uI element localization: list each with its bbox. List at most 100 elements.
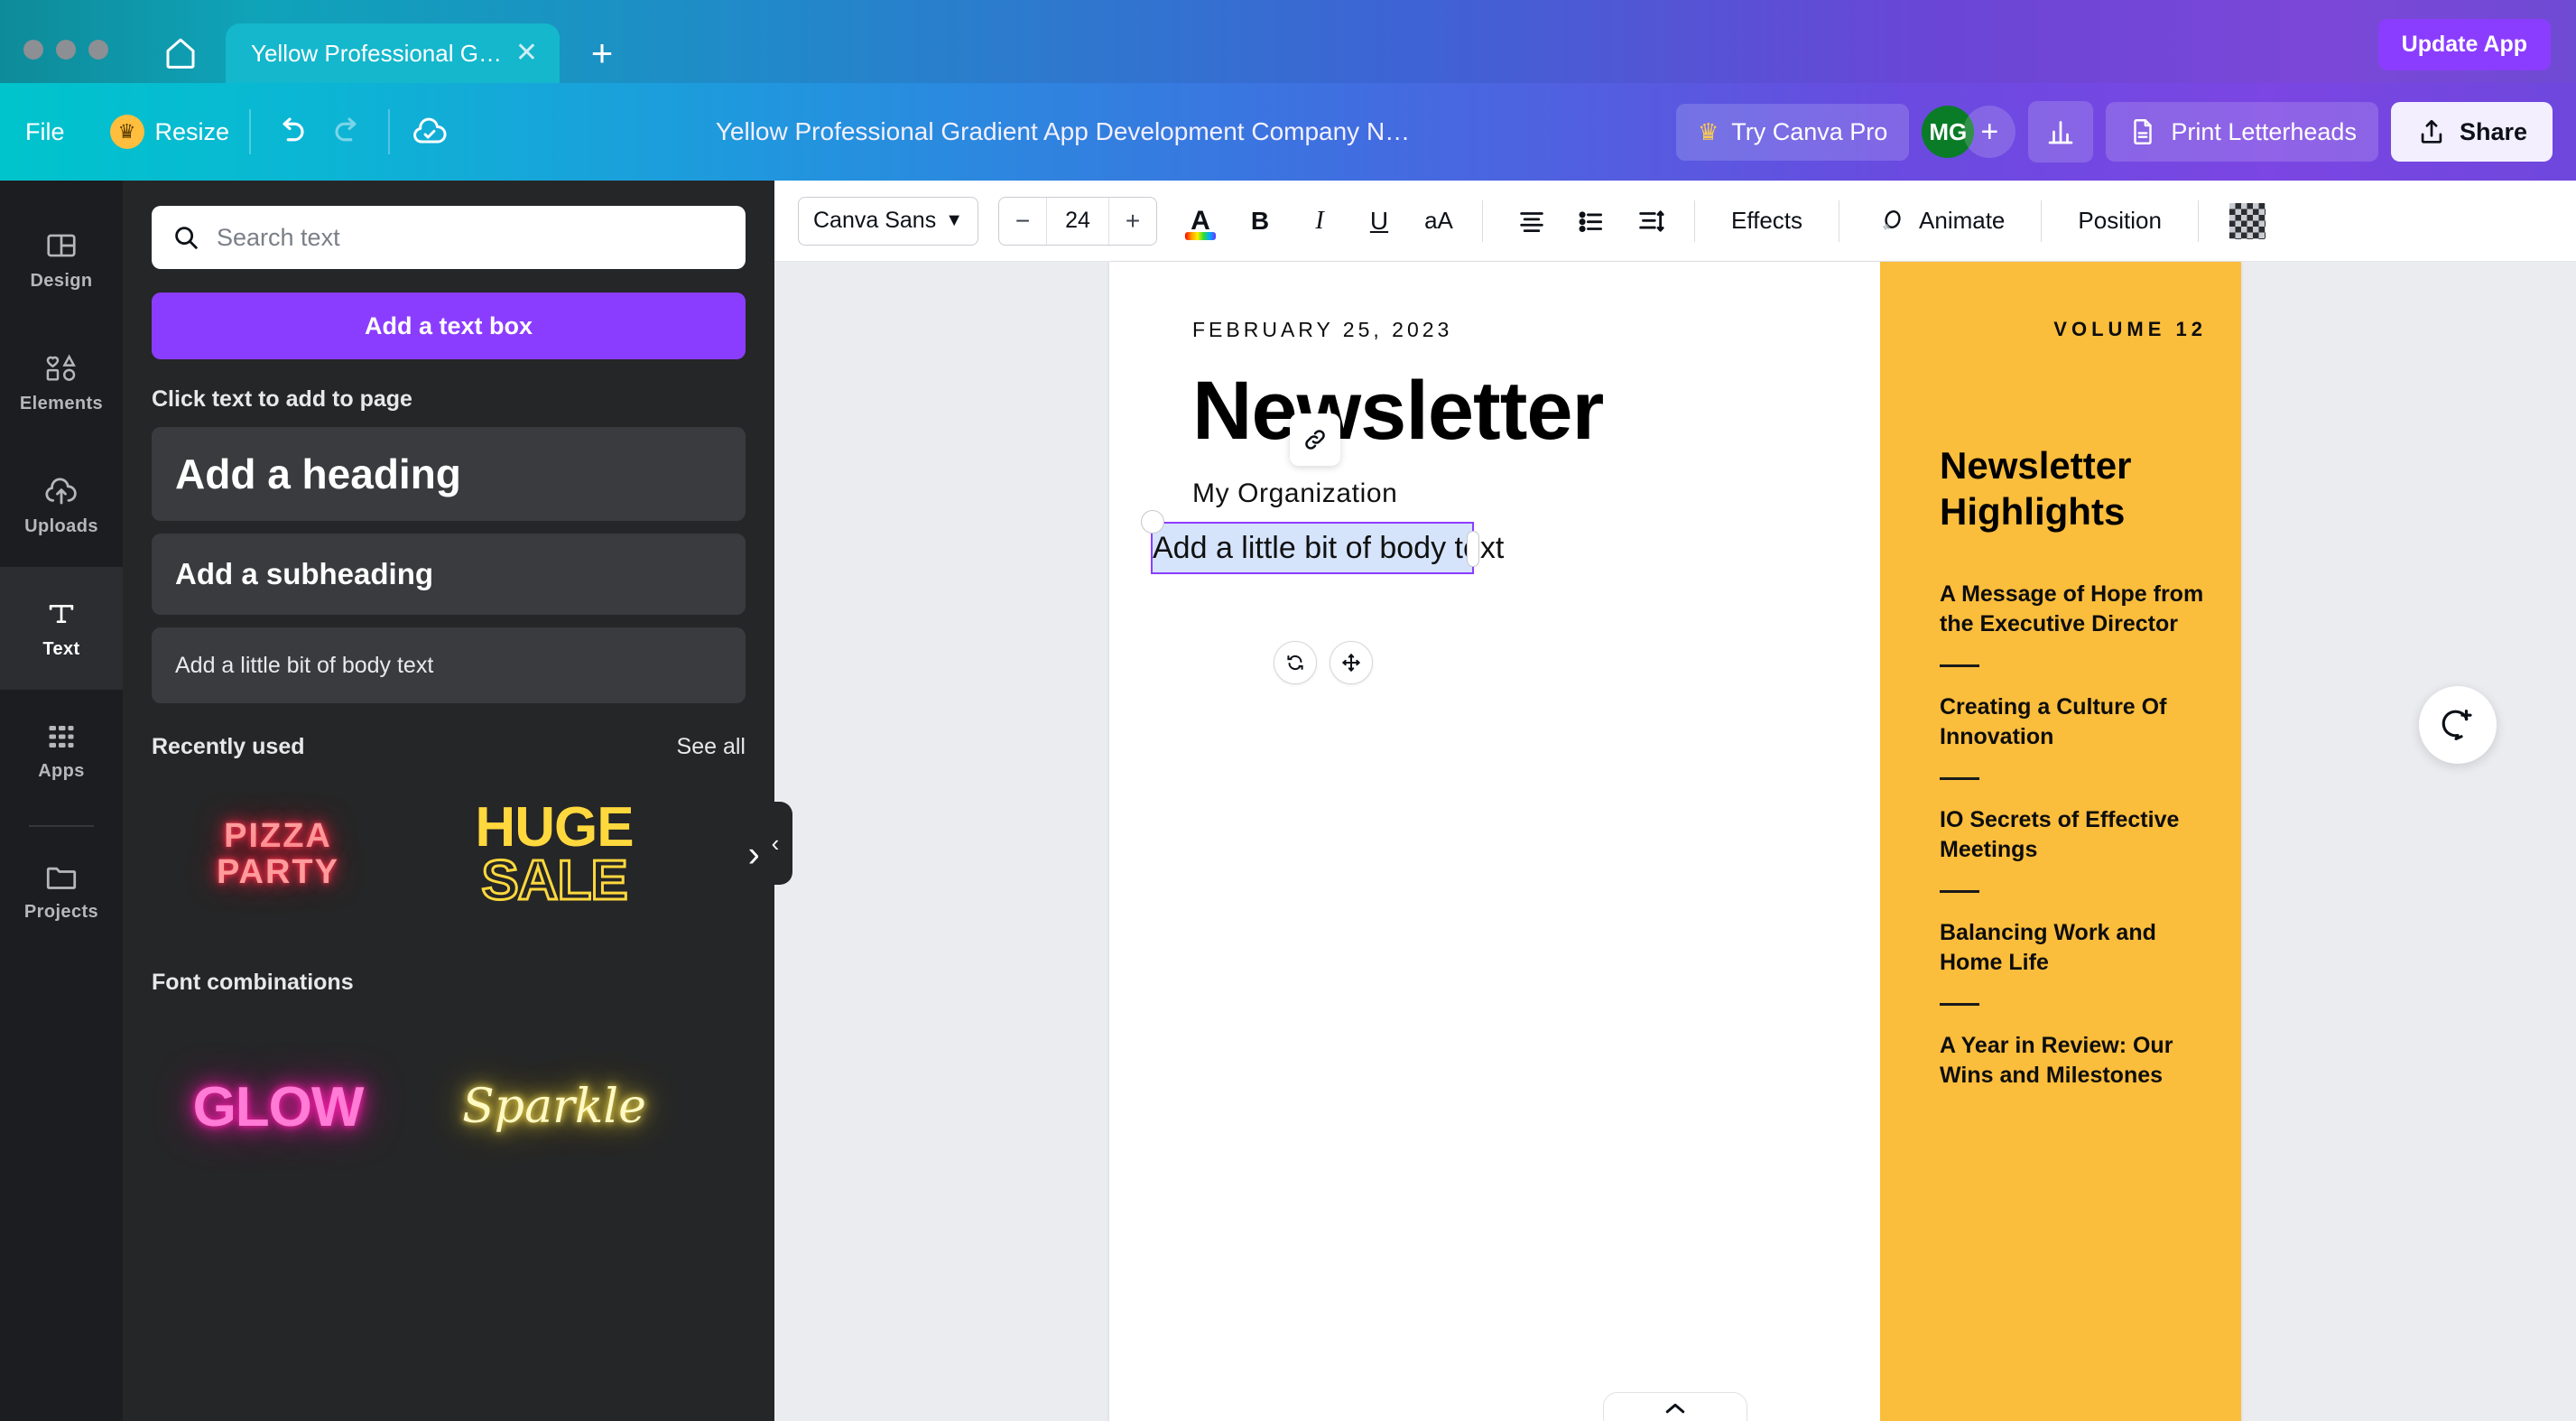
page-sidebar-column: VOLUME 12 Newsletter Highlights A Messag… [1880,262,2241,1421]
resize-button[interactable]: ♛ Resize [109,115,229,149]
italic-button[interactable]: I [1293,194,1347,248]
selected-text-content[interactable]: Add a little bit of body text [1153,524,1504,572]
shapes-icon [43,351,79,385]
sidebar-item-apps-label: Apps [38,761,85,781]
search-input[interactable] [217,223,726,252]
new-tab-button[interactable]: + [572,23,632,83]
home-icon[interactable] [141,23,220,83]
link-button[interactable] [1290,413,1340,466]
list-item[interactable]: Balancing Work and Home Life [1940,918,2207,978]
canva-editor-window: Yellow Professional Gr… ✕ + Update App F… [0,0,2576,1421]
transparency-button[interactable] [2220,194,2275,248]
effects-button[interactable]: Effects [1711,207,1822,235]
sidebar-item-projects[interactable]: Projects [0,831,123,953]
toolbar-divider-5 [2197,200,2199,242]
maximize-window-dot[interactable] [88,40,108,60]
list-divider [1940,1003,1979,1007]
bold-button[interactable]: B [1233,194,1287,248]
see-all-link[interactable]: See all [677,734,746,760]
text-case-label: aA [1424,207,1453,234]
sidebar-item-elements[interactable]: Elements [0,321,123,444]
add-collaborator-button[interactable]: + [1963,106,2016,158]
try-canva-pro-button[interactable]: ♛ Try Canva Pro [1675,103,1910,161]
checkerboard-icon [2229,202,2266,239]
font-size-decrease-button[interactable]: − [999,198,1046,245]
add-heading-card[interactable]: Add a heading [152,427,746,521]
search-bar[interactable] [152,206,746,269]
underline-button[interactable]: U [1352,194,1406,248]
add-subheading-card[interactable]: Add a subheading [152,534,746,615]
undo-button[interactable] [271,113,309,151]
collapse-panel-button[interactable]: ‹ [758,802,792,885]
browser-tab[interactable]: Yellow Professional Gr… ✕ [226,23,560,83]
list-item[interactable]: A Year in Review: Our Wins and Milestone… [1940,1031,2207,1091]
text-color-button[interactable]: A [1173,194,1228,248]
recent-item-huge-sale[interactable]: HUGE SALE [428,787,681,923]
file-menu-label: File [25,117,65,145]
font-family-select[interactable]: Canva Sans ▼ [798,196,978,246]
recent-item-pizza-party[interactable]: PIZZA PARTY [152,787,404,923]
selected-text-box[interactable]: Add a little bit of body text [1141,510,1504,574]
animate-button[interactable]: Animate [1856,206,2025,237]
font-size-stepper: − 24 + [998,196,1157,246]
design-page[interactable]: FEBRUARY 25, 2023 Newsletter My Organiza… [1109,262,2241,1421]
recent-item-line1: HUGE [475,796,634,859]
insights-button[interactable] [2028,101,2094,163]
sidebar-item-design[interactable]: Design [0,199,123,321]
minimize-window-dot[interactable] [56,40,76,60]
add-text-box-button[interactable]: Add a text box [152,293,746,359]
canvas-scroll-area[interactable]: FEBRUARY 25, 2023 Newsletter My Organiza… [774,262,2576,1421]
search-icon [171,223,200,252]
font-combinations-label: Font combinations [152,970,354,995]
toolbar-divider-4 [2041,200,2043,242]
sidebar-item-projects-label: Projects [23,902,99,922]
add-comment-button[interactable] [2419,686,2497,764]
rotate-control[interactable] [1274,641,1317,684]
bold-label: B [1250,206,1270,235]
document-title[interactable]: Yellow Professional Gradient App Develop… [449,117,1676,146]
file-menu-button[interactable]: File [25,118,65,146]
sidebar-item-apps[interactable]: Apps [0,690,123,813]
resize-handle-right[interactable] [1467,531,1479,567]
list-item[interactable]: IO Secrets of Effective Meetings [1940,805,2207,865]
close-icon[interactable]: ✕ [515,40,538,67]
line-spacing-button[interactable] [1624,194,1678,248]
sidebar-item-text[interactable]: Text [0,567,123,690]
font-combinations-header: Font combinations [152,970,746,996]
add-body-text-card[interactable]: Add a little bit of body text [152,627,746,703]
organization-name[interactable]: My Organization [1192,478,1880,509]
rotate-handle[interactable] [1141,510,1164,534]
update-app-button[interactable]: Update App [2377,19,2551,70]
font-size-increase-button[interactable]: + [1109,198,1156,245]
folder-icon [43,861,79,894]
sidebar-item-design-label: Design [30,271,93,291]
font-combo-glow[interactable]: GLOW [152,1039,404,1175]
recently-used-header: Recently used See all [152,734,746,760]
share-button[interactable]: Share [2390,102,2553,162]
page-main-column: FEBRUARY 25, 2023 Newsletter My Organiza… [1109,262,1880,1421]
editor-area: Canva Sans ▼ − 24 + A B I U aA Effects A… [774,181,2576,1421]
newsletter-date[interactable]: FEBRUARY 25, 2023 [1192,318,1880,342]
list-item[interactable]: Creating a Culture Of Innovation [1940,692,2207,752]
redo-button[interactable] [330,113,368,151]
font-size-value[interactable]: 24 [1046,197,1109,245]
position-button[interactable]: Position [2058,207,2182,235]
text-case-button[interactable]: aA [1412,194,1466,248]
volume-label[interactable]: VOLUME 12 [1940,318,2207,341]
saved-to-cloud-icon[interactable] [410,112,449,152]
list-item[interactable]: A Message of Hope from the Executive Dir… [1940,580,2207,639]
editor-header: File ♛ Resize Yellow Professional Gradie… [0,83,2576,181]
toolbar-divider-2 [1694,200,1695,242]
recently-used-label: Recently used [152,734,305,759]
expand-bottom-bar-button[interactable] [1603,1392,1747,1421]
align-button[interactable] [1505,194,1559,248]
sidebar-item-uploads[interactable]: Uploads [0,444,123,567]
bullet-list-button[interactable] [1564,194,1618,248]
print-letterheads-button[interactable]: Print Letterheads [2106,102,2378,162]
close-window-dot[interactable] [23,40,43,60]
highlights-title[interactable]: Newsletter Highlights [1940,442,2207,534]
move-control[interactable] [1330,641,1373,684]
animate-icon [1876,206,1906,237]
font-combo-sparkle[interactable]: Sparkle [428,1039,681,1175]
try-canva-pro-label: Try Canva Pro [1731,117,1888,145]
